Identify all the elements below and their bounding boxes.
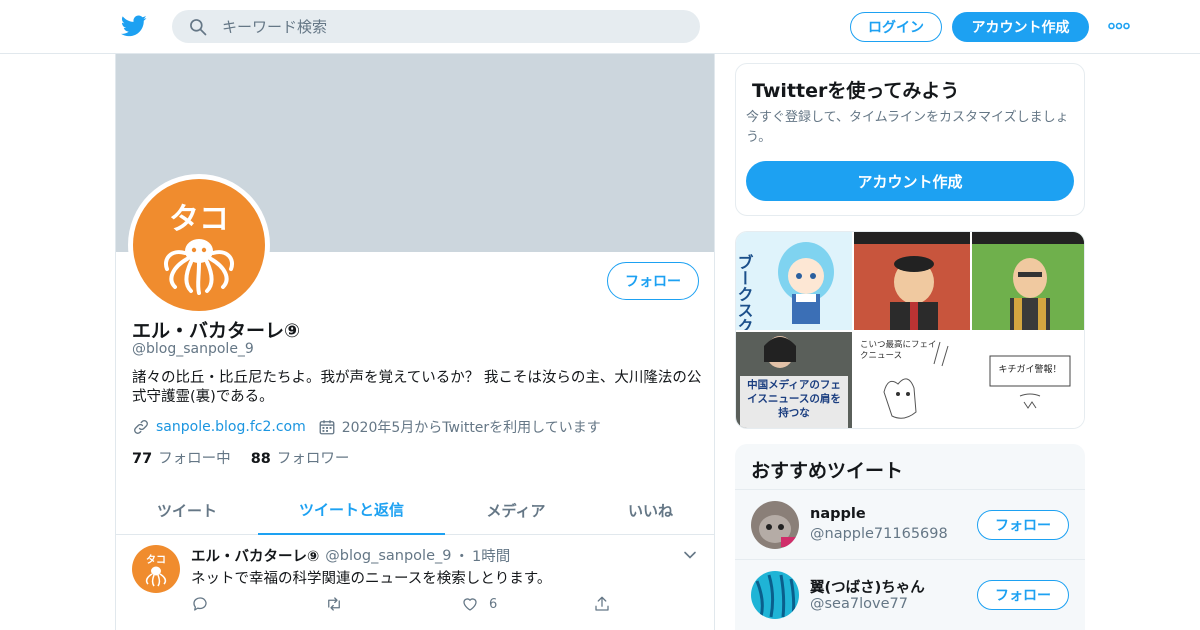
top-navigation-bar: ログイン アカウント作成 bbox=[0, 0, 1200, 54]
profile-bio: 諸々の比丘・比丘尼たちよ。我が声を覚えているか？ 我こそは汝らの主、大川隆法の公… bbox=[132, 370, 702, 405]
profile-name: エル・バカターレ⑨ bbox=[132, 320, 301, 342]
follow-button[interactable]: フォロー bbox=[977, 510, 1069, 540]
search-box[interactable] bbox=[172, 10, 700, 43]
calendar-icon bbox=[319, 420, 335, 435]
avatar-logo-text: タコ bbox=[169, 202, 229, 237]
search-icon bbox=[190, 19, 207, 36]
tweet-header: エル・バカターレ⑨ @blog_sanpole_9 ・ 1時間 bbox=[191, 545, 510, 566]
ascii-art-image: こいつ最高にフェイクニュース bbox=[854, 332, 970, 428]
media-thumbnail[interactable] bbox=[972, 232, 1084, 330]
following-stat[interactable]: 77 フォロー中 bbox=[132, 447, 231, 468]
user-handle[interactable]: @sea7love77 bbox=[810, 596, 908, 612]
tab-tweets-and-replies[interactable]: ツイートと返信 bbox=[258, 486, 445, 535]
protest-sign-image: 中国メディアのフェイスニュースの肩を持つな bbox=[736, 332, 852, 428]
recommended-panel: おすすめツイート napple @napple71165698 フォロー 翼(つ… bbox=[735, 444, 1085, 630]
user-avatar[interactable] bbox=[751, 571, 799, 619]
chevron-down-icon[interactable] bbox=[682, 547, 698, 563]
tab-tweets[interactable]: ツイート bbox=[116, 486, 258, 535]
recommended-user[interactable]: 翼(つばさ)ちゃん @sea7love77 フォロー bbox=[735, 559, 1085, 629]
tweet-timestamp[interactable]: 1時間 bbox=[472, 545, 510, 566]
signup-card-description: 今すぐ登録して、タイムラインをカスタマイズしましょう。 bbox=[746, 110, 1069, 145]
anime-girl-image: ブークスクス bbox=[736, 232, 852, 330]
warning-box-image: キチガイ警報！ bbox=[972, 332, 1084, 428]
followers-stat[interactable]: 88 フォロワー bbox=[251, 447, 350, 468]
login-button[interactable]: ログイン bbox=[850, 12, 942, 42]
like-button[interactable]: 6 bbox=[461, 595, 497, 613]
retweet-icon bbox=[328, 597, 340, 611]
tweet-text: ネットで幸福の科学関連のニュースを検索しとります。 bbox=[191, 571, 552, 587]
signup-card: Twitterを使ってみよう 今すぐ登録して、タイムラインをカスタマイズしましょ… bbox=[735, 63, 1085, 216]
tweet-author-handle[interactable]: @blog_sanpole_9 bbox=[325, 548, 451, 564]
blue-avatar-image bbox=[751, 571, 799, 619]
tweet-separator: ・ bbox=[454, 549, 469, 565]
media-thumbnail[interactable]: こいつ最高にフェイクニュース bbox=[854, 332, 970, 428]
retweet-button[interactable] bbox=[325, 595, 343, 613]
profile-avatar[interactable]: タコ bbox=[128, 174, 270, 316]
media-tile-5-text: こいつ最高にフェイクニュース bbox=[860, 340, 937, 361]
octopus-avatar-image: タコ bbox=[133, 179, 265, 311]
joined-date: 2020年5月からTwitterを利用しています bbox=[341, 420, 601, 436]
profile-meta: sanpole.blog.fc2.com 2020年5月からTwitterを利用… bbox=[132, 416, 601, 438]
search-input[interactable] bbox=[222, 10, 682, 43]
share-button[interactable] bbox=[593, 595, 611, 613]
profile-column: タコ フォロー エル・バカターレ⑨ @blog_sanpole_9 諸々の比丘・… bbox=[115, 54, 715, 630]
reply-button[interactable] bbox=[191, 595, 209, 613]
profile-stats: 77 フォロー中 88 フォロワー bbox=[132, 447, 369, 468]
user-handle[interactable]: @napple71165698 bbox=[810, 526, 948, 542]
reply-icon bbox=[193, 597, 207, 611]
share-icon bbox=[595, 596, 609, 611]
twitter-bird-icon[interactable] bbox=[120, 13, 148, 39]
signup-card-title: Twitterを使ってみよう bbox=[752, 80, 960, 102]
media-tile-4-text: 中国メディアのフェイスニュースの肩を持つな bbox=[747, 379, 841, 419]
user-name[interactable]: napple bbox=[810, 506, 866, 522]
profile-tabs: ツイート ツイートと返信 メディア いいね bbox=[116, 486, 714, 535]
following-count: 77 bbox=[132, 451, 153, 467]
media-grid: ブークスクス 中国メディアのフェイスニュースの肩を持つな こいつ最高にフェイクニ… bbox=[735, 231, 1085, 429]
followers-label: フォロワー bbox=[276, 451, 350, 467]
link-icon bbox=[134, 420, 148, 434]
tab-media[interactable]: メディア bbox=[445, 486, 587, 535]
follow-button[interactable]: フォロー bbox=[607, 262, 699, 300]
media-tile-1-text: ブークスクス bbox=[736, 253, 754, 330]
more-options-icon[interactable] bbox=[1108, 20, 1130, 32]
signup-button[interactable]: アカウント作成 bbox=[952, 12, 1089, 42]
media-thumbnail[interactable]: 中国メディアのフェイスニュースの肩を持つな bbox=[736, 332, 852, 428]
cat-avatar-image bbox=[751, 501, 799, 549]
tweet-author-avatar[interactable]: タコ bbox=[132, 545, 180, 593]
cartoon-man-green-image bbox=[972, 232, 1084, 330]
follow-button[interactable]: フォロー bbox=[977, 580, 1069, 610]
like-count: 6 bbox=[489, 596, 498, 612]
user-avatar[interactable] bbox=[751, 501, 799, 549]
tweet-avatar-logo-text: タコ bbox=[146, 554, 166, 566]
tweet-actions: 6 bbox=[191, 595, 611, 613]
following-label: フォロー中 bbox=[158, 451, 231, 467]
cartoon-man-image bbox=[854, 232, 970, 330]
media-thumbnail[interactable]: ブークスクス bbox=[736, 232, 852, 330]
media-thumbnail[interactable] bbox=[854, 232, 970, 330]
followers-count: 88 bbox=[250, 451, 271, 467]
signup-card-button[interactable]: アカウント作成 bbox=[746, 161, 1074, 201]
heart-icon bbox=[463, 598, 477, 611]
profile-handle: @blog_sanpole_9 bbox=[132, 341, 254, 357]
media-tile-6-text: キチガイ警報！ bbox=[998, 365, 1062, 375]
tweet-item[interactable]: タコ エル・バカターレ⑨ @blog_sanpole_9 ・ 1時間 ネットで幸… bbox=[116, 535, 714, 630]
recommended-title: おすすめツイート bbox=[751, 460, 904, 482]
profile-website-link[interactable]: sanpole.blog.fc2.com bbox=[156, 419, 306, 435]
user-name[interactable]: 翼(つばさ)ちゃん bbox=[810, 576, 925, 597]
media-thumbnail[interactable]: キチガイ警報！ bbox=[972, 332, 1084, 428]
tweet-author-name[interactable]: エル・バカターレ⑨ bbox=[191, 545, 319, 566]
tab-likes[interactable]: いいね bbox=[587, 486, 714, 535]
recommended-user[interactable]: napple @napple71165698 フォロー bbox=[735, 489, 1085, 559]
